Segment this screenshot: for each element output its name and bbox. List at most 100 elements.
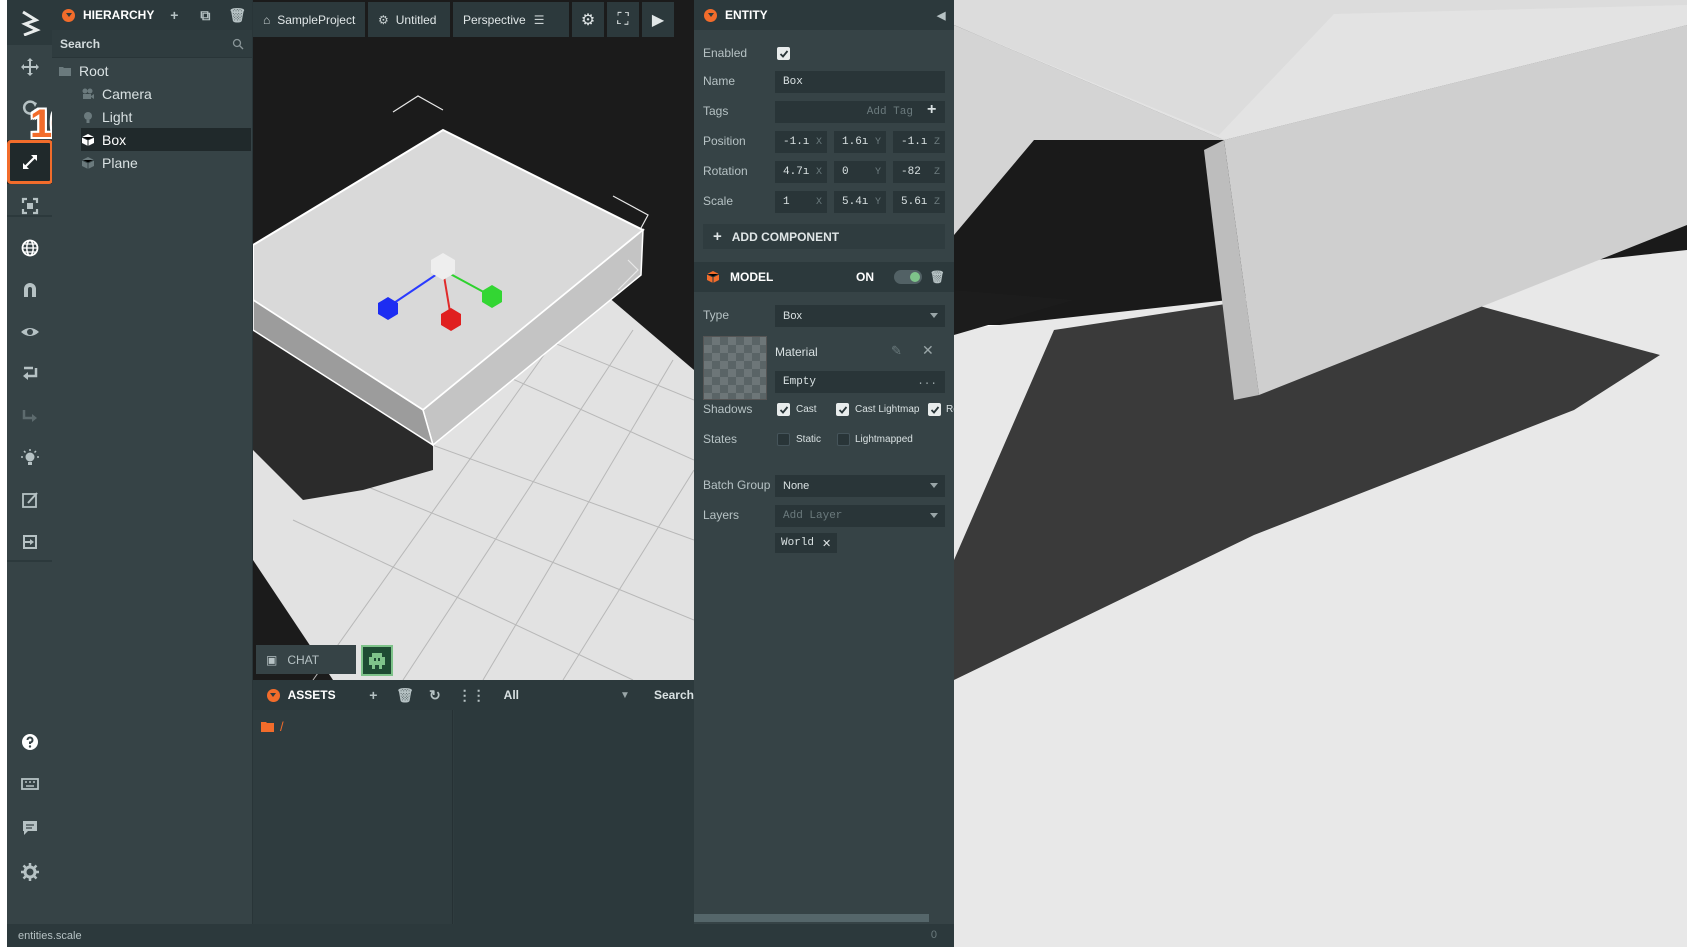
material-thumbnail[interactable]: [703, 336, 767, 400]
add-entity-icon[interactable]: +: [166, 7, 182, 23]
publish-icon[interactable]: [7, 520, 52, 564]
project-tab[interactable]: ⌂ SampleProject: [253, 2, 365, 37]
remove-layer-icon[interactable]: ✕: [822, 537, 831, 550]
rotation-z-field[interactable]: -82 Z: [893, 161, 945, 183]
tree-item-plane[interactable]: Plane: [81, 151, 251, 174]
axis-z-label: Z: [933, 196, 940, 208]
scene-tab[interactable]: ⚙ Untitled: [368, 2, 450, 37]
settings-gear-icon[interactable]: [7, 850, 52, 894]
model-component-header: MODEL ON 🗑: [694, 262, 954, 292]
comments-icon[interactable]: [7, 806, 52, 850]
entity-title: ENTITY: [725, 8, 768, 22]
asset-filter-select[interactable]: All: [504, 688, 620, 702]
tree-item-label: Light: [102, 108, 133, 125]
add-tag-icon[interactable]: +: [927, 101, 936, 119]
hierarchy-search-input[interactable]: Search: [52, 30, 252, 58]
add-component-button[interactable]: + ADD COMPONENT: [703, 224, 945, 249]
keyboard-shortcuts-icon[interactable]: [7, 762, 52, 806]
snap-magnet-icon[interactable]: [7, 268, 52, 312]
add-component-label: ADD COMPONENT: [731, 229, 840, 244]
tree-item-light[interactable]: Light: [81, 105, 251, 128]
plus-icon: +: [713, 228, 722, 245]
name-input[interactable]: Box: [775, 71, 945, 93]
scale-z-field[interactable]: 5.6ı Z: [893, 191, 945, 213]
axis-z-label: Z: [933, 166, 940, 178]
hierarchy-panel: HIERARCHY + ⧉ 🗑 Search Root Camera Light…: [52, 0, 253, 924]
tree-item-label: Camera: [102, 85, 152, 102]
collapse-icon[interactable]: [62, 8, 75, 22]
redo-icon[interactable]: [7, 394, 52, 438]
model-enabled-toggle[interactable]: [894, 270, 922, 284]
world-space-icon[interactable]: [7, 226, 52, 270]
scene-settings-icon[interactable]: ⚙: [572, 2, 604, 37]
scale-x-field[interactable]: 1X: [775, 191, 827, 213]
undo-icon[interactable]: [7, 352, 52, 396]
refresh-icon[interactable]: ↻: [427, 687, 443, 704]
user-avatar[interactable]: [361, 645, 393, 676]
delete-asset-icon[interactable]: 🗑: [396, 687, 414, 704]
translate-tool-icon[interactable]: [7, 45, 52, 89]
collapse-icon[interactable]: [267, 688, 280, 702]
collapse-panel-icon[interactable]: ◀: [937, 9, 945, 22]
cast-shadows-checkbox[interactable]: [777, 403, 790, 416]
duplicate-icon[interactable]: ⧉: [197, 7, 213, 24]
shadows-label: Shadows: [703, 402, 753, 416]
position-y-field[interactable]: 1.6ı Y: [834, 131, 886, 153]
asset-search-input[interactable]: Search: [654, 688, 694, 702]
collapse-icon[interactable]: [704, 8, 717, 22]
viewport-scene-render: [253, 95, 694, 680]
cast-lightmap-checkbox[interactable]: [836, 403, 849, 416]
position-x-value: -1.ı: [783, 136, 810, 148]
layers-select[interactable]: Add Layer: [775, 505, 945, 527]
status-text: entities.scale: [18, 929, 82, 942]
axis-y-label: Y: [874, 196, 881, 208]
batch-group-label: Batch Group: [703, 478, 771, 492]
resize-tool-icon[interactable]: [7, 184, 52, 228]
fullscreen-icon[interactable]: ⛶: [607, 2, 639, 37]
launch-scene-view[interactable]: [954, 0, 1687, 947]
scene-viewport[interactable]: ⌂ SampleProject ⚙ Untitled Perspective ☰…: [253, 0, 694, 680]
lightmapped-checkbox[interactable]: [837, 433, 850, 446]
axis-x-label: X: [815, 136, 822, 148]
asset-root-folder[interactable]: /: [261, 719, 284, 734]
folder-icon: [261, 722, 274, 732]
project-name: SampleProject: [277, 12, 356, 27]
receive-label: Re: [946, 404, 954, 415]
launch-play-icon[interactable]: ▶: [642, 2, 674, 37]
chat-icon: ▣: [266, 652, 278, 667]
delete-component-icon[interactable]: 🗑: [930, 270, 945, 284]
edit-material-icon[interactable]: ✎: [891, 343, 902, 359]
inspector-scrollbar[interactable]: [694, 914, 929, 922]
status-count: 0: [930, 929, 937, 941]
assets-header: ASSETS + 🗑 ↻ ⋮⋮ All ▼ Search: [253, 680, 694, 710]
help-icon[interactable]: [7, 720, 52, 764]
rotation-y-field[interactable]: 0Y: [834, 161, 886, 183]
batch-group-select[interactable]: None: [775, 475, 945, 497]
playcanvas-logo[interactable]: [7, 0, 52, 45]
lightmapper-bulb-icon[interactable]: [7, 436, 52, 480]
delete-icon[interactable]: 🗑: [228, 7, 246, 24]
chat-button[interactable]: ▣ CHAT: [256, 645, 356, 674]
add-asset-icon[interactable]: +: [366, 687, 382, 703]
grid-view-icon[interactable]: ⋮⋮: [458, 687, 486, 704]
assets-title: ASSETS: [287, 688, 336, 702]
scene-name: Untitled: [395, 12, 437, 27]
material-input[interactable]: Empty ...: [775, 371, 945, 393]
position-x-field[interactable]: -1.ı X: [775, 131, 827, 153]
scale-y-field[interactable]: 5.4ı Y: [834, 191, 886, 213]
clear-material-icon[interactable]: ✕: [922, 342, 934, 359]
code-editor-icon[interactable]: [7, 478, 52, 522]
type-select[interactable]: Box: [775, 305, 945, 327]
tree-item-box[interactable]: Box: [81, 128, 251, 151]
tree-item-root[interactable]: Root: [58, 59, 251, 82]
tree-item-camera[interactable]: Camera: [81, 82, 251, 105]
camera-select[interactable]: Perspective ☰: [453, 2, 569, 37]
receive-shadows-checkbox[interactable]: [928, 403, 941, 416]
rotation-x-field[interactable]: 4.7ı X: [775, 161, 827, 183]
static-checkbox[interactable]: [777, 433, 790, 446]
position-z-field[interactable]: -1.ı Z: [893, 131, 945, 153]
enabled-checkbox[interactable]: [777, 47, 790, 60]
position-y-value: 1.6ı: [842, 136, 869, 148]
view-eye-icon[interactable]: [7, 310, 52, 354]
tags-input[interactable]: Add Tag: [775, 101, 945, 123]
